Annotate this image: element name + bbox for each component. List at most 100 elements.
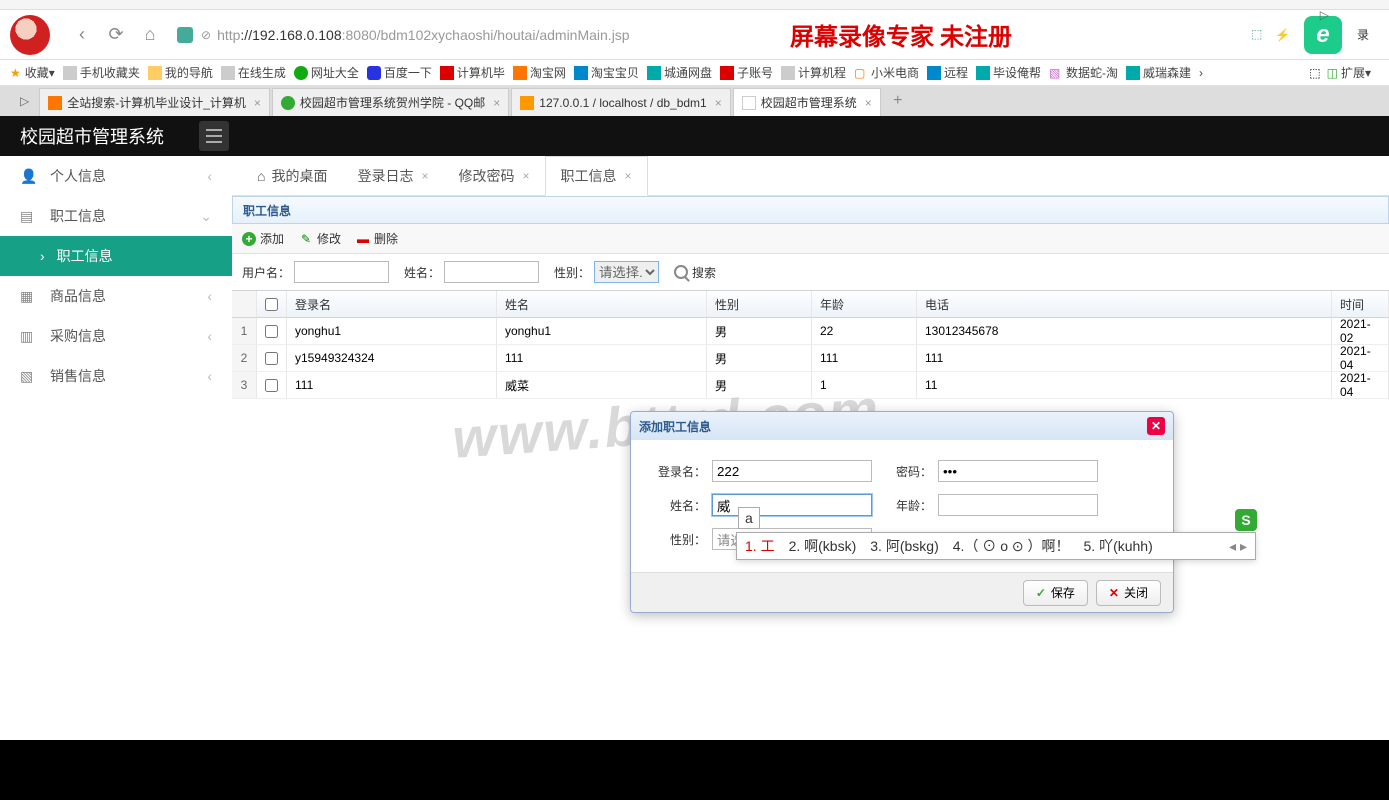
tab-close-icon[interactable]: × xyxy=(865,96,872,110)
box-icon: ▦ xyxy=(20,288,38,305)
select-all-checkbox[interactable] xyxy=(265,298,278,311)
bookmark-bar: ★收藏 ▾ 手机收藏夹 我的导航 在线生成 网址大全 百度一下 计算机毕 淘宝网… xyxy=(0,60,1389,86)
lightning-icon[interactable]: ⚡ xyxy=(1275,28,1290,42)
sidebar-item-goods[interactable]: ▦商品信息‹ xyxy=(0,276,232,316)
browser-tab[interactable]: 校园超市管理系统贺州学院 - QQ邮× xyxy=(272,88,509,116)
sidebar-subitem-staff[interactable]: ›职工信息 xyxy=(0,236,232,276)
ime-candidate[interactable]: 5. 吖(kuhh) xyxy=(1084,536,1153,556)
play-icon[interactable]: ▷ xyxy=(20,94,29,108)
toolbar: +添加 ✎修改 ▬删除 xyxy=(232,224,1389,254)
close-icon[interactable]: × xyxy=(421,169,428,183)
search-bar: 用户名： 姓名： 性别： 请选择... 搜索 xyxy=(232,254,1389,290)
sidebar-item-profile[interactable]: 👤个人信息‹ xyxy=(0,156,232,196)
tab-change-pwd[interactable]: 修改密码× xyxy=(443,156,544,196)
url-port: :8080 xyxy=(342,27,377,43)
table-row[interactable]: 1 yonghu1yonghu1男22130123456782021-02 xyxy=(232,318,1389,345)
col-time[interactable]: 时间 xyxy=(1332,291,1389,317)
bookmark-item[interactable]: 在线生成 xyxy=(221,64,286,81)
add-button[interactable]: +添加 xyxy=(242,230,284,247)
avatar[interactable] xyxy=(10,15,50,55)
sidebar-item-staff[interactable]: ▤职工信息⌄ xyxy=(0,196,232,236)
bookmark-item[interactable]: 城通网盘 xyxy=(647,64,712,81)
browser-tab-active[interactable]: 校园超市管理系统× xyxy=(733,88,881,116)
bookmark-more[interactable]: › xyxy=(1199,66,1203,80)
row-checkbox[interactable] xyxy=(265,325,278,338)
menu-toggle-button[interactable] xyxy=(199,121,229,151)
bookmark-item[interactable]: 威瑞森建 xyxy=(1126,64,1191,81)
search-button[interactable]: 搜索 xyxy=(674,264,716,281)
ime-candidate-bar[interactable]: S 1. 工 2. 啊(kbsk) 3. 阿(bskg) 4.（ ⊙ o ⊙ ）… xyxy=(736,532,1256,560)
table-row[interactable]: 2 y15949324324111男1111112021-04 xyxy=(232,345,1389,372)
bookmark-item[interactable]: 淘宝网 xyxy=(513,64,566,81)
tab-desktop[interactable]: ⌂我的桌面 xyxy=(242,156,342,196)
col-name[interactable]: 姓名 xyxy=(497,291,707,317)
browser-tab[interactable]: 全站搜索-计算机毕业设计_计算机× xyxy=(39,88,270,116)
login-input[interactable] xyxy=(712,460,872,482)
bookmark-item[interactable]: ▢小米电商 xyxy=(854,64,919,81)
bookmark-item[interactable]: 网址大全 xyxy=(294,64,359,81)
data-grid: 登录名 姓名 性别 年龄 电话 时间 1 yonghu1yonghu1男2213… xyxy=(232,290,1389,399)
col-age[interactable]: 年龄 xyxy=(812,291,917,317)
name-input[interactable] xyxy=(444,261,539,283)
url-path: /bdm102xychaoshi/houtai/adminMain.jsp xyxy=(377,27,630,43)
password-input[interactable] xyxy=(938,460,1098,482)
url-bar[interactable]: ⊘ http://192.168.0.108:8080/bdm102xychao… xyxy=(177,27,1247,43)
close-icon[interactable]: × xyxy=(522,169,529,183)
bookmark-item[interactable]: 计算机程 xyxy=(781,64,846,81)
username-input[interactable] xyxy=(294,261,389,283)
tab-staff-info[interactable]: 职工信息× xyxy=(545,156,648,196)
ime-candidate[interactable]: 1. 工 xyxy=(745,536,775,556)
refresh-icon[interactable]: ⟳ xyxy=(104,23,128,47)
back-icon[interactable]: ‹ xyxy=(70,23,94,47)
document-icon: ▤ xyxy=(20,208,38,225)
name-field-input[interactable] xyxy=(712,494,872,516)
edit-button[interactable]: ✎修改 xyxy=(299,230,341,247)
tab-close-icon[interactable]: × xyxy=(715,96,722,110)
bookmark-item[interactable]: 我的导航 xyxy=(148,64,213,81)
grid-header: 登录名 姓名 性别 年龄 电话 时间 xyxy=(232,290,1389,318)
sidebar-item-sales[interactable]: ▧销售信息‹ xyxy=(0,356,232,396)
favorites-button[interactable]: ★收藏 ▾ xyxy=(10,64,55,81)
check-icon: ✓ xyxy=(1036,586,1046,600)
search-icon xyxy=(674,265,688,279)
close-icon[interactable]: × xyxy=(625,169,632,183)
table-row[interactable]: 3 111威菜男1112021-04 xyxy=(232,372,1389,399)
new-tab-button[interactable]: + xyxy=(888,91,908,111)
extensions-button[interactable]: ◫扩展 ▾ xyxy=(1327,64,1371,81)
bookmark-item[interactable]: 远程 xyxy=(927,64,968,81)
gender-select[interactable]: 请选择... xyxy=(594,261,659,283)
row-checkbox[interactable] xyxy=(265,379,278,392)
bookmark-item[interactable]: 毕设俺帮 xyxy=(976,64,1041,81)
app-title: 校园超市管理系统 xyxy=(20,123,164,149)
close-button[interactable]: ✕关闭 xyxy=(1096,580,1161,606)
bookmark-item[interactable]: 百度一下 xyxy=(367,64,432,81)
tab-close-icon[interactable]: × xyxy=(493,96,500,110)
home-icon[interactable]: ⌂ xyxy=(138,23,162,47)
col-gender[interactable]: 性别 xyxy=(707,291,812,317)
age-input[interactable] xyxy=(938,494,1098,516)
bookmark-item[interactable]: 子账号 xyxy=(720,64,773,81)
sidebar-item-purchase[interactable]: ▥采购信息‹ xyxy=(0,316,232,356)
bookmark-item[interactable]: 计算机毕 xyxy=(440,64,505,81)
row-checkbox[interactable] xyxy=(265,352,278,365)
tab-login-log[interactable]: 登录日志× xyxy=(342,156,443,196)
app-header: 校园超市管理系统 xyxy=(0,116,1389,156)
ime-candidate[interactable]: 2. 啊(kbsk) xyxy=(789,536,857,556)
bookmark-item[interactable]: 淘宝宝贝 xyxy=(574,64,639,81)
col-phone[interactable]: 电话 xyxy=(917,291,1332,317)
ime-candidate[interactable]: 4.（ ⊙ o ⊙ ）啊！ xyxy=(953,536,1070,556)
dialog-close-button[interactable]: ✕ xyxy=(1147,417,1165,435)
tab-close-icon[interactable]: × xyxy=(254,96,261,110)
save-button[interactable]: ✓保存 xyxy=(1023,580,1088,606)
qr-icon[interactable]: ⬚ xyxy=(1251,27,1267,43)
col-login[interactable]: 登录名 xyxy=(287,291,497,317)
age-label: 年龄： xyxy=(882,497,932,514)
delete-button[interactable]: ▬删除 xyxy=(356,230,398,247)
dialog-title-bar[interactable]: 添加职工信息 ✕ xyxy=(631,412,1173,440)
bookmark-item[interactable]: 手机收藏夹 xyxy=(63,64,140,81)
ime-page-nav[interactable]: ◂ ▸ xyxy=(1229,538,1247,555)
ime-candidate[interactable]: 3. 阿(bskg) xyxy=(870,536,938,556)
bookmark-item[interactable]: ▧数据蛇-淘 xyxy=(1049,64,1118,81)
browser-tab[interactable]: 127.0.0.1 / localhost / db_bdm1× xyxy=(511,88,730,116)
shield-icon xyxy=(177,27,193,43)
